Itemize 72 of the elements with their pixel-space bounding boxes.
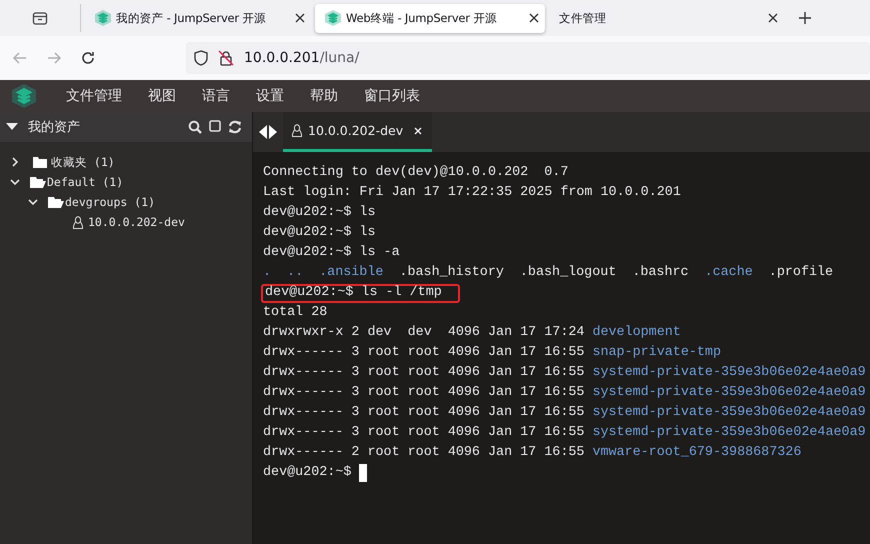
shield-icon	[194, 50, 208, 66]
collapse-caret-icon[interactable]	[6, 123, 18, 131]
close-icon[interactable]	[768, 13, 778, 23]
directory-name: vmware-root_679-3988687326	[592, 444, 802, 462]
terminal-text: drwx------ 2 root root 4096 Jan 17 16:55	[263, 444, 584, 462]
jumpserver-logo[interactable]	[12, 84, 36, 108]
close-icon[interactable]	[295, 13, 305, 23]
directory-name: snap-private-tmp	[592, 344, 722, 362]
insecure-lock-icon	[218, 50, 234, 66]
folder-icon	[32, 156, 48, 168]
search-icon[interactable]	[188, 120, 202, 134]
terminal-text: drwx------ 3 root root 4096 Jan 17 16:55	[263, 384, 584, 402]
menu-item[interactable]: 窗口列表	[351, 80, 433, 112]
directory-name: .ansible	[319, 264, 384, 282]
terminal-text: dev@u202:~$ ls	[263, 204, 376, 222]
chevron-down-icon[interactable]	[28, 197, 38, 207]
open-folder-icon	[30, 176, 46, 188]
directory-name: systemd-private-359e3b06e02e4ae0a9	[592, 424, 866, 442]
directory-name: .cache	[704, 264, 753, 282]
menu-item[interactable]: 文件管理	[53, 80, 135, 112]
browser-tab[interactable]: 文件管理	[549, 4, 784, 32]
terminal-text: .bash_logout	[520, 264, 616, 282]
directory-name: systemd-private-359e3b06e02e4ae0a9	[592, 404, 866, 422]
tab-list-icon[interactable]	[32, 10, 48, 26]
terminal-text: .bash_history	[399, 264, 504, 282]
terminal-text: total 28	[263, 304, 328, 322]
menu-item[interactable]: 语言	[189, 80, 243, 112]
left-arrow-icon[interactable]	[259, 125, 267, 139]
browser-tab[interactable]: Web终端 - JumpServer 开源	[315, 4, 545, 32]
tab-title: 文件管理	[559, 10, 608, 26]
tab-title: 我的资产 - JumpServer 开源	[116, 10, 268, 26]
reload-icon[interactable]	[80, 50, 96, 66]
terminal-text: Last login: Fri Jan 17 17:22:35 2025 from 10.0.0.201	[263, 184, 681, 202]
terminal-text: dev@u202:~$ ls -a	[263, 244, 400, 262]
open-folder-icon	[48, 196, 64, 208]
panel-title: 我的资产	[28, 119, 81, 136]
directory-name: development	[592, 324, 681, 342]
browser-tab[interactable]: 我的资产 - JumpServer 开源	[85, 4, 311, 32]
menu-item[interactable]: 帮助	[297, 80, 351, 112]
refresh-icon[interactable]	[228, 120, 242, 134]
terminal-text: dev@u202:~$ ls -l /tmp	[265, 284, 442, 302]
terminal-text: drwx------ 3 root root 4096 Jan 17 16:55	[263, 424, 584, 442]
directory-name: ..	[287, 264, 304, 282]
right-arrow-icon[interactable]	[269, 125, 277, 139]
folder-item[interactable]: Default (1)	[47, 175, 124, 189]
chevron-down-icon[interactable]	[10, 177, 20, 187]
asset-item[interactable]: 10.0.0.202-dev	[88, 215, 185, 229]
terminal-text: .profile	[768, 264, 834, 282]
url-text: 10.0.0.201/luna/	[244, 50, 360, 66]
square-icon[interactable]	[209, 120, 221, 132]
tab-title: Web终端 - JumpServer 开源	[346, 10, 498, 26]
terminal-text: drwxrwxr-x 2 dev dev 4096 Jan 17 17:24	[263, 324, 584, 342]
folder-item[interactable]: 收藏夹 (1)	[51, 154, 115, 170]
address-field[interactable]: 10.0.0.201/luna/	[186, 42, 870, 74]
terminal-text: drwx------ 3 root root 4096 Jan 17 16:55	[263, 344, 584, 362]
session-tab[interactable]: 10.0.0.202-dev	[283, 112, 432, 152]
directory-name: systemd-private-359e3b06e02e4ae0a9	[592, 384, 866, 402]
folder-item[interactable]: devgroups (1)	[65, 195, 156, 209]
new-tab-icon[interactable]	[798, 11, 812, 25]
menu-item[interactable]: 视图	[135, 80, 189, 112]
chevron-right-icon[interactable]	[10, 157, 20, 167]
directory-name: .	[263, 264, 272, 282]
terminal-text: drwx------ 3 root root 4096 Jan 17 16:55	[263, 404, 584, 422]
terminal-text: dev@u202:~$	[263, 464, 352, 482]
terminal-text: Connecting to dev(dev)@10.0.0.202 0.7	[263, 164, 568, 182]
terminal-text: drwx------ 3 root root 4096 Jan 17 16:55	[263, 364, 584, 382]
terminal-text: .bashrc	[632, 264, 689, 282]
directory-name: systemd-private-359e3b06e02e4ae0a9	[592, 364, 866, 382]
terminal-text: dev@u202:~$ ls	[263, 224, 376, 242]
session-title: 10.0.0.202-dev	[308, 123, 404, 138]
close-icon[interactable]	[529, 13, 539, 23]
menu-item[interactable]: 设置	[243, 80, 297, 112]
